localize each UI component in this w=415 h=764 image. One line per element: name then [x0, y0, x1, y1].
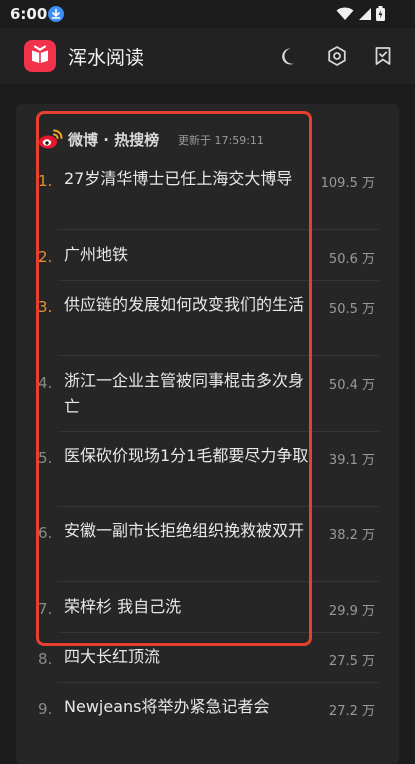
status-bar: 6:00 [0, 0, 415, 28]
item-title: Newjeans将举办紧急记者会 [64, 697, 270, 716]
signal-icon [359, 7, 371, 20]
bookmark-button[interactable] [371, 44, 395, 68]
moon-icon [282, 48, 294, 65]
item-heat: 27.5 万 [328, 654, 375, 669]
rank-number: 8. [38, 650, 53, 668]
item-heat: 50.6 万 [328, 252, 375, 267]
item-heat: 50.5 万 [328, 302, 375, 317]
status-time: 6:00 [10, 5, 48, 23]
item-heat: 39.1 万 [328, 453, 375, 468]
item-heat: 27.2 万 [328, 704, 375, 719]
bookmark-icon [375, 47, 391, 65]
app-title: 浑水阅读 [68, 47, 145, 69]
gear-icon [328, 46, 346, 66]
download-icon [48, 6, 64, 22]
item-heat: 29.9 万 [328, 604, 375, 619]
item-heat: 38.2 万 [328, 528, 375, 543]
divider [58, 682, 379, 683]
rank-number: 9. [38, 700, 53, 718]
battery-icon [376, 6, 385, 21]
wifi-icon [336, 7, 354, 20]
item-heat: 50.4 万 [328, 378, 375, 393]
item-heat: 109.5 万 [320, 176, 375, 191]
app-bar: 浑水阅读 [0, 28, 415, 84]
settings-button[interactable] [325, 44, 349, 68]
book-icon [24, 40, 56, 72]
item-title: 四大长红顶流 [64, 647, 161, 666]
theme-toggle-button[interactable] [278, 44, 302, 68]
highlight-box [36, 111, 312, 646]
